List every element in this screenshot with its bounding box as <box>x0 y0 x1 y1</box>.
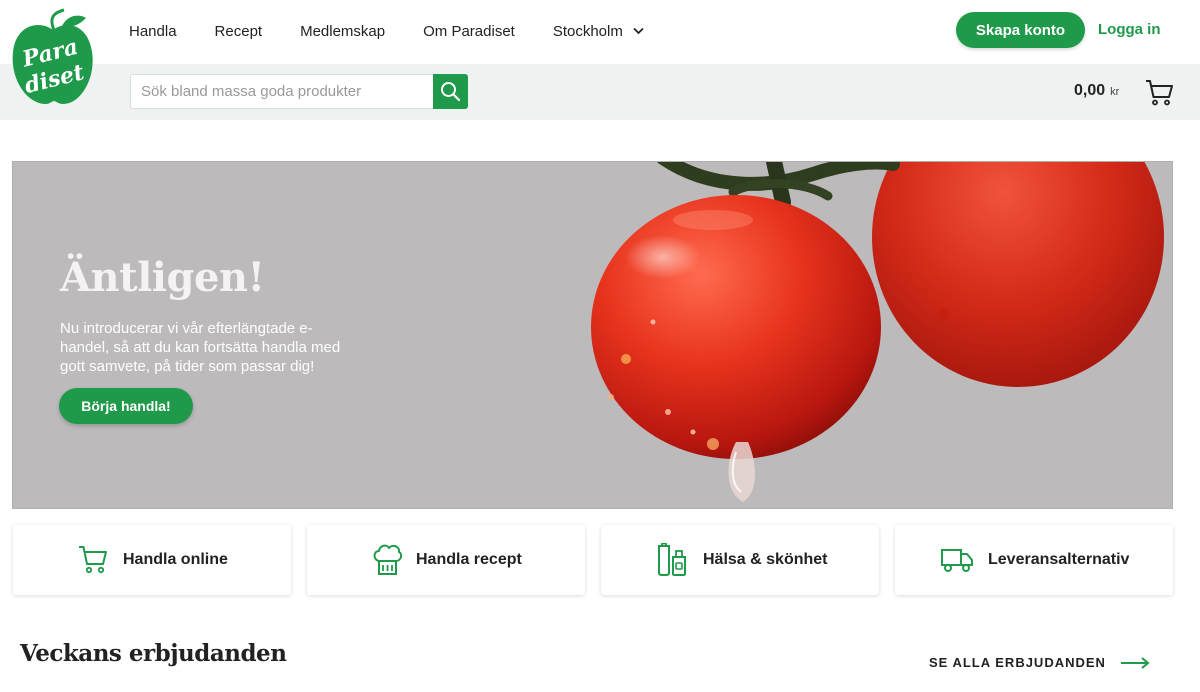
chef-hat-icon <box>371 543 403 577</box>
hero-title: Äntligen! <box>60 254 265 301</box>
main-nav: Handla Recept Medlemskap Om Paradiset St… <box>129 20 682 42</box>
cart-amount: 0,00 <box>1074 82 1106 99</box>
hero-banner: Äntligen! Nu introducerar vi vår efterlä… <box>12 161 1173 509</box>
category-label: Handla online <box>123 551 228 568</box>
see-all-offers-link[interactable]: SE ALLA ERBJUDANDEN <box>929 655 1150 670</box>
chevron-down-icon <box>633 27 644 35</box>
cart-icon <box>77 543 109 575</box>
cart-icon[interactable] <box>1144 77 1174 112</box>
category-card-handla-recept[interactable]: Handla recept <box>307 525 585 595</box>
location-selector[interactable]: Stockholm <box>553 23 644 40</box>
category-card-leveransalternativ[interactable]: Leveransalternativ <box>895 525 1173 595</box>
login-link[interactable]: Logga in <box>1098 21 1161 38</box>
hero-text: Nu introducerar vi vår efterlängtade e-h… <box>60 320 341 375</box>
nav-item-medlemskap[interactable]: Medlemskap <box>300 23 385 40</box>
nav-item-om-paradiset[interactable]: Om Paradiset <box>423 23 515 40</box>
cart-total[interactable]: 0,00 kr <box>1074 82 1119 100</box>
nav-item-handla[interactable]: Handla <box>129 23 177 40</box>
cosmetics-icon <box>656 543 688 577</box>
delivery-truck-icon <box>940 543 974 575</box>
see-all-label: SE ALLA ERBJUDANDEN <box>929 655 1106 670</box>
offers-title: Veckans erbjudanden <box>20 640 287 667</box>
nav-item-recept[interactable]: Recept <box>215 23 263 40</box>
category-card-handla-online[interactable]: Handla online <box>13 525 291 595</box>
search-icon <box>440 81 461 102</box>
search-input[interactable] <box>130 74 433 109</box>
category-card-halsa-skonhet[interactable]: Hälsa & skönhet <box>601 525 879 595</box>
category-label: Leveransalternativ <box>988 551 1130 568</box>
arrow-right-icon <box>1120 656 1150 669</box>
create-account-button[interactable]: Skapa konto <box>956 12 1085 48</box>
search-form <box>130 74 468 109</box>
start-shopping-button[interactable]: Börja handla! <box>59 388 193 424</box>
category-label: Handla recept <box>416 551 522 568</box>
location-label: Stockholm <box>552 22 623 40</box>
search-button[interactable] <box>433 74 468 109</box>
category-label: Hälsa & skönhet <box>703 551 828 568</box>
cart-currency: kr <box>1110 86 1120 98</box>
paradiset-logo[interactable]: Para diset <box>8 8 98 108</box>
